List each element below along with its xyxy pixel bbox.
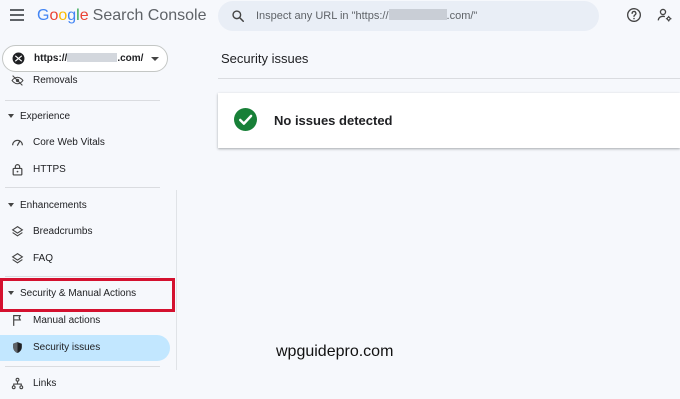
property-prefix: https:// [34, 53, 68, 64]
lock-icon [12, 164, 23, 176]
divider [5, 187, 160, 188]
divider [5, 100, 160, 101]
section-header-experience[interactable]: Experience [0, 106, 170, 128]
sidebar-item-label: Core Web Vitals [33, 137, 105, 148]
logo-letter: o [58, 7, 68, 24]
sidebar-item-security-issues[interactable]: Security issues [0, 335, 170, 361]
sidebar-item-breadcrumbs[interactable]: Breadcrumbs [0, 219, 170, 244]
chevron-down-icon [151, 57, 159, 61]
logo-letter: e [79, 7, 89, 24]
sidebar-item-removals[interactable]: Removals [0, 72, 170, 93]
logo-letter: G [37, 7, 50, 24]
url-inspection-search[interactable]: Inspect any URL in "https:// .com/" [218, 1, 599, 31]
status-message: No issues detected [274, 113, 393, 128]
page-title: Security issues [221, 51, 309, 66]
search-input[interactable]: Inspect any URL in "https:// .com/" [256, 9, 586, 22]
sidebar-item-label: Security issues [33, 342, 101, 353]
property-selector[interactable]: https:// .com/ [2, 45, 168, 72]
divider [218, 78, 680, 79]
redacted-domain [67, 53, 118, 62]
user-settings-icon[interactable] [657, 7, 673, 23]
divider [5, 366, 160, 367]
logo-letter: g [67, 7, 77, 24]
sidebar-item-https[interactable]: HTTPS [0, 157, 170, 182]
collapse-triangle-icon [8, 203, 14, 207]
sidebar-item-faq[interactable]: FAQ [0, 246, 170, 271]
highlight-annotation-box [0, 278, 175, 312]
search-placeholder-suffix: .com/" [446, 10, 478, 22]
sidebar: Removals Experience Core Web Vitals HTTP… [0, 72, 177, 399]
sidebar-item-label: HTTPS [33, 164, 66, 175]
property-suffix: .com/ [117, 53, 144, 64]
section-label: Experience [20, 111, 71, 122]
divider [5, 276, 160, 277]
check-circle-icon [234, 108, 257, 131]
sidebar-item-label: Breadcrumbs [33, 226, 93, 237]
layers-icon [11, 252, 24, 264]
shield-icon [13, 342, 22, 353]
top-bar: Google Search Console Inspect any URL in … [0, 0, 680, 34]
section-label: Enhancements [20, 200, 87, 211]
section-header-enhancements[interactable]: Enhancements [0, 195, 170, 217]
speedometer-icon [12, 139, 23, 146]
links-network-icon [11, 377, 24, 390]
hamburger-menu-icon[interactable] [10, 9, 24, 21]
layers-icon [11, 225, 24, 237]
search-icon [232, 10, 245, 23]
property-url: https:// .com/ [34, 53, 143, 64]
search-placeholder-prefix: Inspect any URL in "https:// [256, 10, 389, 22]
status-card: No issues detected [218, 93, 680, 148]
product-name: Search Console [92, 7, 207, 24]
sidebar-item-links[interactable]: Links [0, 371, 170, 396]
sidebar-item-label: FAQ [33, 253, 54, 264]
collapse-triangle-icon [8, 114, 14, 118]
flag-icon [13, 315, 22, 326]
help-icon[interactable] [626, 7, 642, 23]
redacted-domain [388, 9, 447, 20]
sidebar-item-label: Links [33, 378, 57, 389]
app-logo[interactable]: Google Search Console [37, 7, 206, 25]
property-favicon-icon [12, 52, 25, 65]
eye-off-icon [11, 75, 24, 86]
sidebar-item-core-web-vitals[interactable]: Core Web Vitals [0, 130, 170, 155]
sidebar-border [176, 190, 177, 370]
sidebar-item-label: Removals [33, 75, 78, 86]
watermark-text: wpguidepro.com [276, 343, 394, 360]
sidebar-item-label: Manual actions [33, 315, 101, 326]
